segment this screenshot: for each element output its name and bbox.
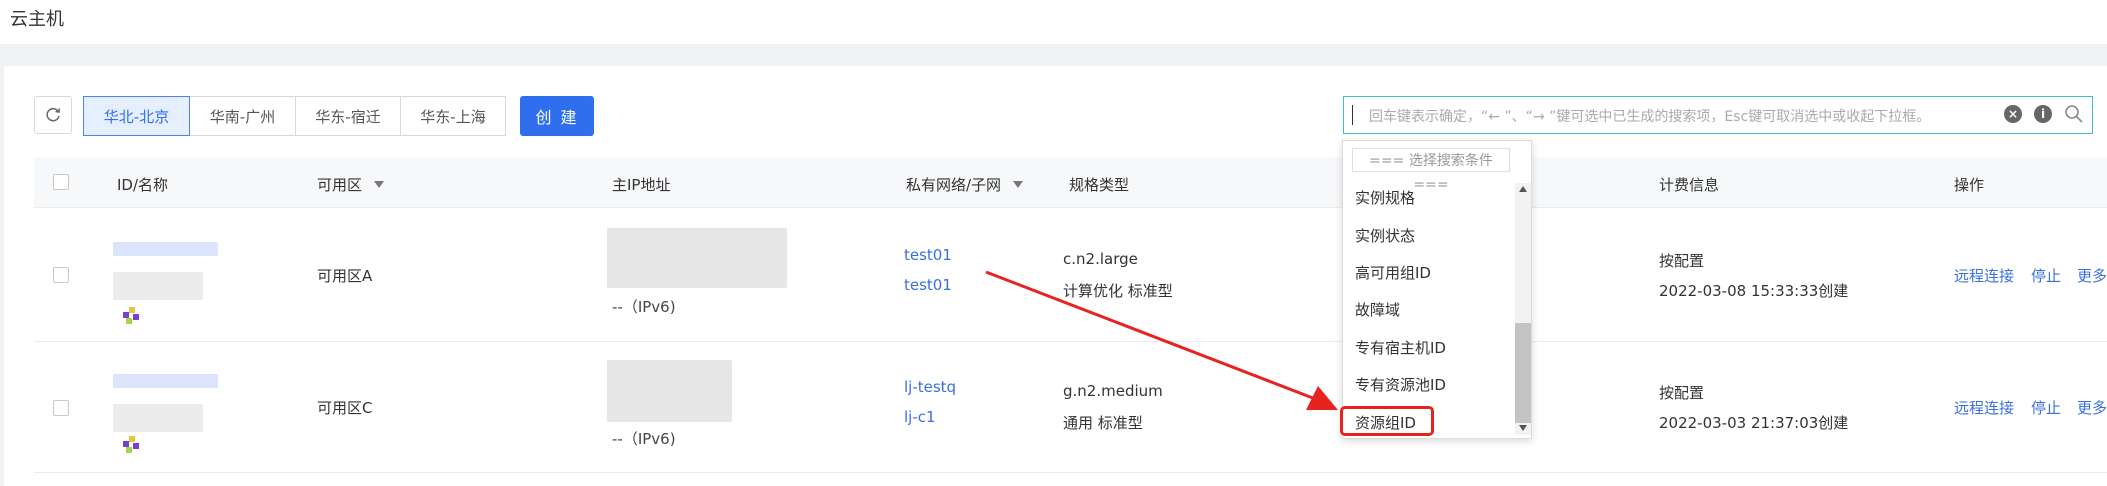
region-tab-beijing[interactable]: 华北-北京 bbox=[83, 96, 190, 136]
annotation-arrow bbox=[985, 270, 1338, 410]
